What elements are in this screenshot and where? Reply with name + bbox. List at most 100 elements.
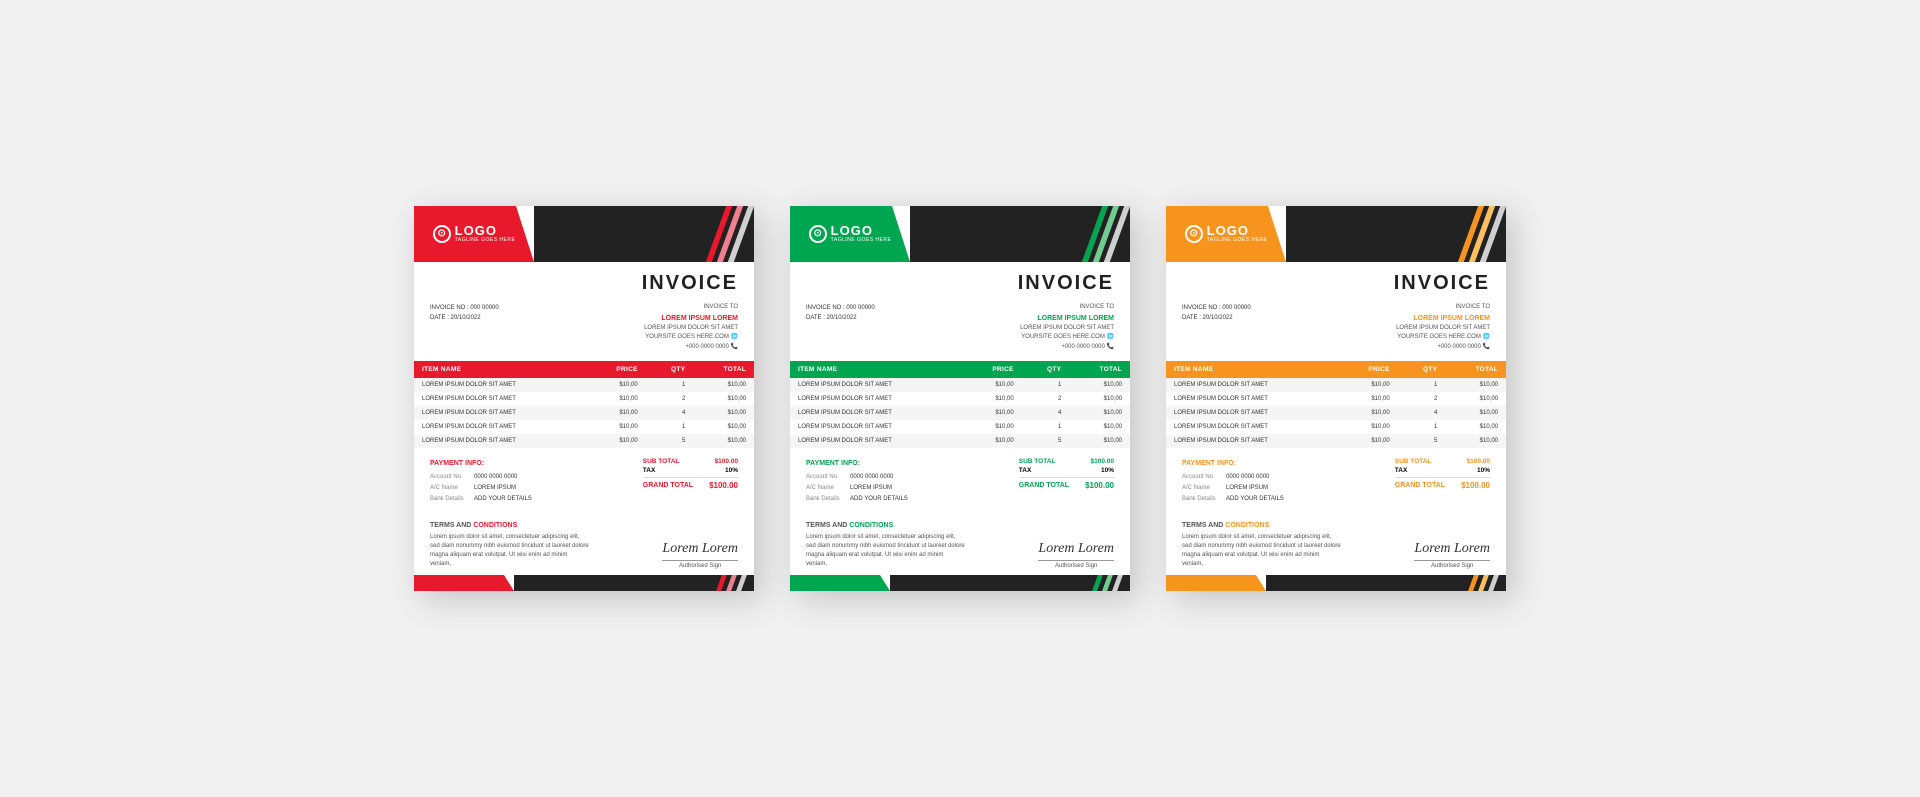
- pi-bank-label: Bank Details: [1182, 494, 1222, 505]
- invoice-title: INVOICE: [1018, 272, 1114, 295]
- client-phone: +000 0000 0000 📞: [1020, 343, 1114, 353]
- cell-qty: 5: [1022, 434, 1070, 448]
- invoice-terms: TERMS AND CONDITIONS Lorem ipsum dolor s…: [414, 513, 754, 576]
- logo-sub: TAGLINE GOES HERE: [455, 238, 516, 244]
- pi-account: Account No 0000 0000 0000: [806, 472, 908, 483]
- pi-account-label: Account No: [430, 472, 470, 483]
- table-row: LOREM IPSUM DOLOR SIT AMET $10,00 1 $10,…: [1166, 378, 1506, 392]
- footer-stripes: [1095, 575, 1130, 591]
- logo-text-block: LOGO TAGLINE GOES HERE: [455, 224, 516, 244]
- pi-account: Account No 0000 0000 0000: [1182, 472, 1284, 483]
- invoice-footer: [790, 575, 1130, 591]
- logo-text-block: LOGO TAGLINE GOES HERE: [831, 224, 892, 244]
- pi-account-label: Account No: [806, 472, 846, 483]
- invoice-meta: INVOICE NO : 000 00000 DATE : 20/10/2022: [430, 303, 499, 353]
- to-label: INVOICE TO: [1020, 303, 1114, 313]
- cell-item: LOREM IPSUM DOLOR SIT AMET: [790, 434, 963, 448]
- cell-item: LOREM IPSUM DOLOR SIT AMET: [1166, 378, 1339, 392]
- invoice-info-row: INVOICE NO : 000 00000 DATE : 20/10/2022…: [790, 299, 1130, 361]
- invoice-no: INVOICE NO : 000 00000: [1182, 303, 1251, 313]
- terms-title-accent: CONDITIONS: [1225, 522, 1269, 529]
- table-head: ITEM NAME PRICE QTY TOTAL: [790, 361, 1130, 378]
- footer-color: [790, 575, 890, 591]
- table-row: LOREM IPSUM DOLOR SIT AMET $10,00 1 $10,…: [1166, 420, 1506, 434]
- invoice-footer: [414, 575, 754, 591]
- cell-item: LOREM IPSUM DOLOR SIT AMET: [1166, 434, 1339, 448]
- cell-price: $10,00: [1339, 420, 1398, 434]
- client-name: LOREM IPSUM LOREM: [1020, 313, 1114, 324]
- footer-stripe-1: [716, 575, 727, 591]
- cell-qty: 2: [646, 392, 694, 406]
- cell-item: LOREM IPSUM DOLOR SIT AMET: [414, 420, 587, 434]
- totals-block: SUB TOTAL $100.00 TAX 10% GRAND TOTAL $1…: [1395, 458, 1490, 490]
- subtotal-label: SUB TOTAL: [643, 458, 680, 465]
- grand-total-val: $100.00: [709, 481, 738, 490]
- cell-price: $10,00: [587, 420, 646, 434]
- payment-info: PAYMENT INFO: Account No 0000 0000 0000 …: [1182, 458, 1284, 505]
- payment-info: PAYMENT INFO: Account No 0000 0000 0000 …: [806, 458, 908, 505]
- cell-total: $10,00: [693, 420, 754, 434]
- invoice-totals: PAYMENT INFO: Account No 0000 0000 0000 …: [790, 448, 1130, 513]
- invoice-card-orange: ⊙ LOGO TAGLINE GOES HERE INVOICE INVOICE…: [1166, 206, 1506, 591]
- invoice-to: INVOICE TO LOREM IPSUM LOREM LOREM IPSUM…: [1020, 303, 1114, 353]
- col-total: TOTAL: [693, 361, 754, 378]
- table-row: LOREM IPSUM DOLOR SIT AMET $10,00 4 $10,…: [1166, 406, 1506, 420]
- sign-label: Authorised Sign: [1414, 563, 1490, 569]
- table-row: LOREM IPSUM DOLOR SIT AMET $10,00 5 $10,…: [414, 434, 754, 448]
- client-addr: LOREM IPSUM DOLOR SIT AMET: [1396, 324, 1490, 334]
- cell-item: LOREM IPSUM DOLOR SIT AMET: [414, 392, 587, 406]
- logo-sub: TAGLINE GOES HERE: [1207, 238, 1268, 244]
- table-row: LOREM IPSUM DOLOR SIT AMET $10,00 5 $10,…: [790, 434, 1130, 448]
- table-body: LOREM IPSUM DOLOR SIT AMET $10,00 1 $10,…: [1166, 378, 1506, 448]
- terms-text: Lorem ipsum dolor sit amet, consectetuer…: [1182, 533, 1342, 569]
- cell-total: $10,00: [1069, 378, 1130, 392]
- cell-total: $10,00: [693, 434, 754, 448]
- invoice-header: ⊙ LOGO TAGLINE GOES HERE: [790, 206, 1130, 262]
- client-name: LOREM IPSUM LOREM: [644, 313, 738, 324]
- table-body: LOREM IPSUM DOLOR SIT AMET $10,00 1 $10,…: [790, 378, 1130, 448]
- invoice-title: INVOICE: [1394, 272, 1490, 295]
- cell-total: $10,00: [1445, 378, 1506, 392]
- table-body: LOREM IPSUM DOLOR SIT AMET $10,00 1 $10,…: [414, 378, 754, 448]
- logo-text-block: LOGO TAGLINE GOES HERE: [1207, 224, 1268, 244]
- totals-divider: [1395, 477, 1490, 478]
- cell-item: LOREM IPSUM DOLOR SIT AMET: [1166, 420, 1339, 434]
- invoice-table: ITEM NAME PRICE QTY TOTAL LOREM IPSUM DO…: [1166, 361, 1506, 448]
- cell-price: $10,00: [963, 420, 1022, 434]
- pi-bank-val: ADD YOUR DETAILS: [850, 494, 908, 505]
- pi-acname: A/C Name LOREM IPSUM: [1182, 483, 1284, 494]
- invoice-totals: PAYMENT INFO: Account No 0000 0000 0000 …: [1166, 448, 1506, 513]
- client-name: LOREM IPSUM LOREM: [1396, 313, 1490, 324]
- subtotal-line: SUB TOTAL $100.00: [1019, 458, 1114, 465]
- pi-account: Account No 0000 0000 0000: [430, 472, 532, 483]
- sign-block: Lorem Lorem Authorised Sign: [662, 541, 738, 569]
- table-row: LOREM IPSUM DOLOR SIT AMET $10,00 2 $10,…: [414, 392, 754, 406]
- cell-price: $10,00: [1339, 406, 1398, 420]
- table-row: LOREM IPSUM DOLOR SIT AMET $10,00 1 $10,…: [790, 378, 1130, 392]
- table-row: LOREM IPSUM DOLOR SIT AMET $10,00 4 $10,…: [790, 406, 1130, 420]
- grand-total-label: GRAND TOTAL: [1395, 482, 1445, 489]
- col-qty: QTY: [1022, 361, 1070, 378]
- subtotal-label: SUB TOTAL: [1019, 458, 1056, 465]
- signature-cursive: Lorem Lorem: [1414, 541, 1490, 557]
- tax-label: TAX: [1019, 467, 1032, 474]
- terms-block: TERMS AND CONDITIONS Lorem ipsum dolor s…: [430, 521, 590, 570]
- invoice-table: ITEM NAME PRICE QTY TOTAL LOREM IPSUM DO…: [790, 361, 1130, 448]
- logo-icon: ⊙: [1185, 225, 1203, 243]
- cell-qty: 4: [1022, 406, 1070, 420]
- client-phone: +000 0000 0000 📞: [1396, 343, 1490, 353]
- invoice-totals: PAYMENT INFO: Account No 0000 0000 0000 …: [414, 448, 754, 513]
- logo-area: ⊙ LOGO TAGLINE GOES HERE: [790, 206, 910, 262]
- pi-bank-label: Bank Details: [806, 494, 846, 505]
- pi-account-val: 0000 0000 0000: [1226, 472, 1269, 483]
- totals-divider: [1019, 477, 1114, 478]
- invoice-card-green: ⊙ LOGO TAGLINE GOES HERE INVOICE INVOICE…: [790, 206, 1130, 591]
- cell-total: $10,00: [693, 378, 754, 392]
- invoice-footer: [1166, 575, 1506, 591]
- tax-line: TAX 10%: [1019, 467, 1114, 474]
- tax-label: TAX: [1395, 467, 1408, 474]
- cell-qty: 1: [646, 378, 694, 392]
- header-stripes: [910, 206, 1130, 262]
- subtotal-val: $100.00: [1467, 458, 1491, 465]
- sign-line: [1038, 560, 1114, 561]
